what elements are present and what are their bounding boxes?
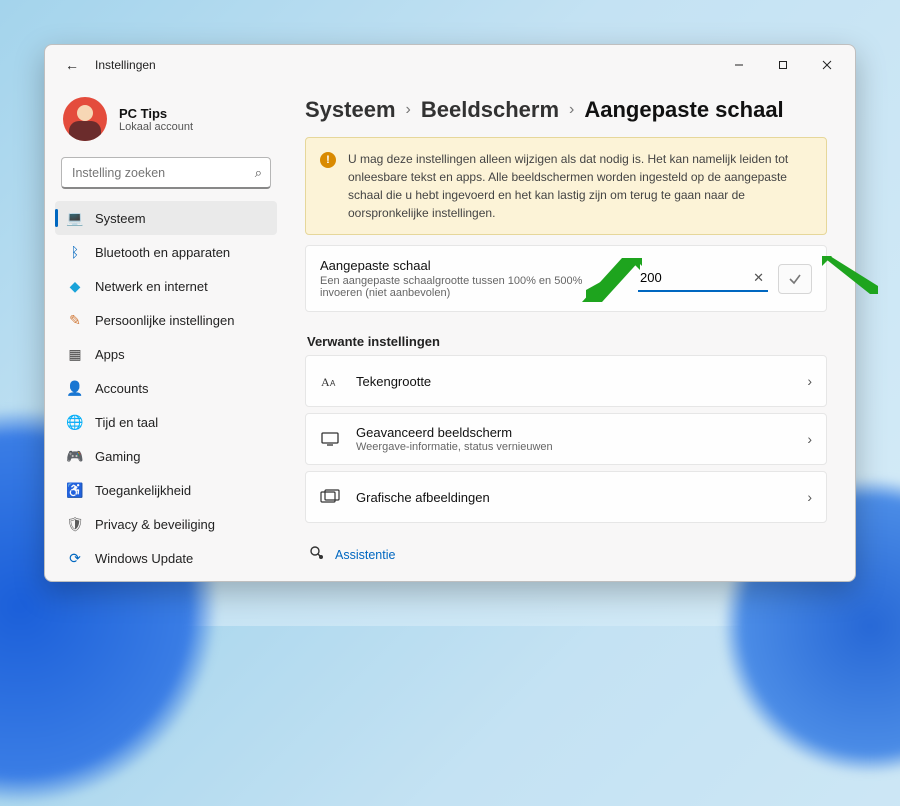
sidebar-item-apps[interactable]: ▦ Apps (55, 337, 277, 371)
sidebar-item-label: Systeem (95, 211, 146, 226)
sidebar-item-label: Netwerk en internet (95, 279, 208, 294)
row-subtitle: Weergave-informatie, status vernieuwen (356, 441, 553, 453)
sidebar-item-persoonlijke-instellingen[interactable]: ✎ Persoonlijke instellingen (55, 303, 277, 337)
related-heading: Verwante instellingen (307, 334, 827, 349)
sidebar-item-label: Windows Update (95, 551, 193, 566)
crumb-system[interactable]: Systeem (305, 97, 396, 123)
profile-account-type: Lokaal account (119, 121, 193, 133)
chevron-right-icon: › (406, 101, 411, 119)
search-icon: ⌕ (255, 165, 262, 181)
annotation-arrow-confirm (820, 254, 880, 300)
related-row-geavanceerd-beeldscherm[interactable]: Geavanceerd beeldschermWeergave-informat… (305, 413, 827, 465)
row-title: Geavanceerd beeldscherm (356, 425, 553, 440)
sidebar-icon: ⟳ (67, 550, 83, 566)
sidebar-item-systeem[interactable]: 💻 Systeem (55, 201, 277, 235)
chevron-right-icon: › (807, 431, 812, 447)
crumb-current: Aangepaste schaal (584, 97, 783, 123)
main-content: Systeem › Beeldscherm › Aangepaste schaa… (287, 85, 855, 581)
sidebar-item-windows-update[interactable]: ⟳ Windows Update (55, 541, 277, 575)
close-button[interactable] (805, 50, 849, 80)
sidebar-icon: ◆ (67, 278, 83, 294)
custom-scale-input[interactable] (638, 266, 768, 292)
back-button[interactable]: ← (59, 57, 85, 73)
window-title: Instellingen (95, 58, 156, 72)
sidebar-icon: 🎮 (67, 448, 83, 464)
related-row-grafische-afbeeldingen[interactable]: Grafische afbeeldingen › (305, 471, 827, 523)
chevron-right-icon: › (807, 489, 812, 505)
minimize-button[interactable] (717, 50, 761, 80)
sidebar-item-tijd-en-taal[interactable]: 🌐 Tijd en taal (55, 405, 277, 439)
row-title: Tekengrootte (356, 374, 431, 389)
sidebar-item-label: Gaming (95, 449, 141, 464)
chevron-right-icon: › (807, 373, 812, 389)
sidebar-item-privacy-beveiliging[interactable]: 🛡 Privacy & beveiliging (55, 507, 277, 541)
avatar (63, 97, 107, 141)
sidebar: PC Tips Lokaal account ⌕ 💻 Systeem ᛒ Blueto… (45, 85, 287, 581)
sidebar-item-gaming[interactable]: 🎮 Gaming (55, 439, 277, 473)
nav-list: 💻 Systeem ᛒ Bluetooth en apparaten ◆ Netwerk … (49, 201, 283, 575)
sidebar-item-label: Tijd en taal (95, 415, 158, 430)
text-size-icon: AA (320, 374, 340, 388)
sidebar-item-toegankelijkheid[interactable]: ♿ Toegankelijkheid (55, 473, 277, 507)
crumb-display[interactable]: Beeldscherm (421, 97, 559, 123)
monitor-icon (320, 431, 340, 447)
sidebar-icon: ᛒ (67, 244, 83, 260)
sidebar-item-label: Bluetooth en apparaten (95, 245, 230, 260)
titlebar: ← Instellingen (45, 45, 855, 85)
row-title: Grafische afbeeldingen (356, 490, 490, 505)
related-row-tekengrootte[interactable]: AA Tekengrootte › (305, 355, 827, 407)
confirm-scale-button[interactable] (778, 264, 812, 294)
profile-name: PC Tips (119, 106, 193, 121)
sidebar-item-label: Persoonlijke instellingen (95, 313, 234, 328)
sidebar-item-label: Toegankelijkheid (95, 483, 191, 498)
sidebar-icon: ✎ (67, 312, 83, 328)
assist-label: Assistentie (335, 548, 395, 562)
warning-banner: ! U mag deze instellingen alleen wijzige… (305, 137, 827, 235)
annotation-arrow-input (582, 258, 642, 302)
svg-text:A: A (321, 375, 330, 388)
clear-input-icon[interactable]: ✕ (753, 270, 764, 286)
sidebar-item-label: Accounts (95, 381, 148, 396)
warning-text: U mag deze instellingen alleen wijzigen … (348, 150, 812, 222)
profile-block[interactable]: PC Tips Lokaal account (49, 91, 283, 155)
sidebar-item-bluetooth-en-apparaten[interactable]: ᛒ Bluetooth en apparaten (55, 235, 277, 269)
settings-window: ← Instellingen PC Tips Lokaal account ⌕ … (44, 44, 856, 582)
sidebar-item-netwerk-en-internet[interactable]: ◆ Netwerk en internet (55, 269, 277, 303)
sidebar-icon: 💻 (67, 210, 83, 226)
svg-text:A: A (330, 379, 336, 388)
sidebar-item-accounts[interactable]: 👤 Accounts (55, 371, 277, 405)
custom-scale-subtitle: Een aangepaste schaalgrootte tussen 100%… (320, 275, 624, 299)
sidebar-item-label: Apps (95, 347, 125, 362)
sidebar-icon: 🛡 (67, 516, 83, 532)
sidebar-item-label: Privacy & beveiliging (95, 517, 215, 532)
custom-scale-title: Aangepaste schaal (320, 258, 624, 273)
custom-scale-card: Aangepaste schaal Een aangepaste schaalg… (305, 245, 827, 312)
sidebar-icon: 🌐 (67, 414, 83, 430)
graphics-icon (320, 489, 340, 505)
chevron-right-icon: › (569, 101, 574, 119)
maximize-button[interactable] (761, 50, 805, 80)
search-box[interactable]: ⌕ (61, 157, 271, 189)
sidebar-icon: ♿ (67, 482, 83, 498)
sidebar-icon: 👤 (67, 380, 83, 396)
assist-icon (309, 545, 325, 564)
breadcrumb: Systeem › Beeldscherm › Aangepaste schaa… (305, 97, 827, 123)
warning-icon: ! (320, 152, 336, 168)
search-input[interactable] (70, 165, 255, 181)
sidebar-icon: ▦ (67, 346, 83, 362)
assistance-link[interactable]: Assistentie (309, 545, 827, 564)
